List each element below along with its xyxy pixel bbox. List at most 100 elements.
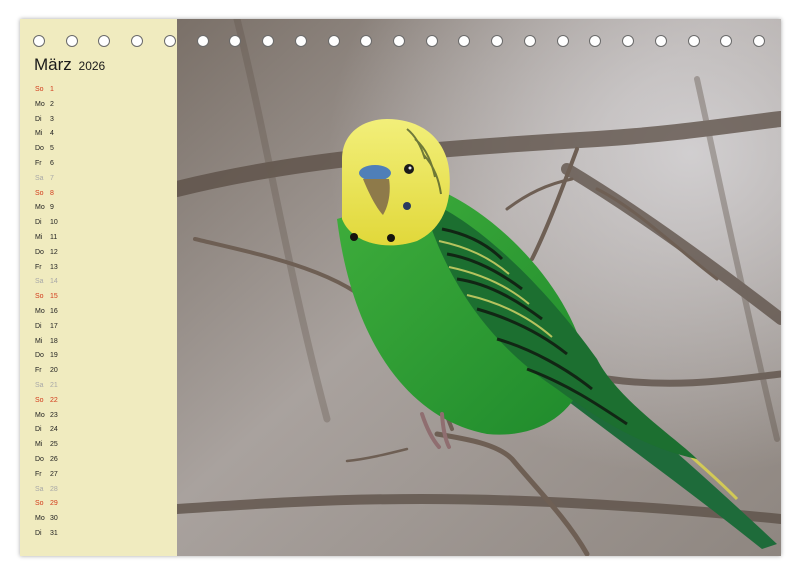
- weekday-label: Fr: [35, 470, 42, 478]
- day-number: 28: [50, 485, 58, 493]
- binding-hole: [393, 35, 405, 47]
- binding-hole: [589, 35, 602, 47]
- binding-hole: [163, 35, 176, 47]
- day-number: 6: [50, 159, 54, 167]
- calendar-day-row: Fr 6: [35, 157, 155, 172]
- day-number: 22: [50, 396, 58, 404]
- binding-hole: [687, 35, 700, 47]
- binding-hole: [622, 35, 635, 47]
- calendar-day-row: Di 31: [35, 527, 155, 542]
- calendar-day-row: Mo 30: [35, 512, 155, 527]
- calendar-day-row: So 22: [35, 394, 155, 409]
- calendar-page: März 2026 So 1 Mo 2 Di 3 Mi 4 Do 5 Fr 6 Sa 7 So 8 Mo 9 Di 1…: [20, 19, 781, 556]
- weekday-label: So: [35, 189, 44, 197]
- day-number: 26: [50, 455, 58, 463]
- calendar-day-row: Mi 25: [35, 438, 155, 453]
- day-number: 3: [50, 115, 54, 123]
- calendar-day-row: So 29: [35, 497, 155, 512]
- calendar-day-row: Mo 16: [35, 305, 155, 320]
- weekday-label: Mi: [35, 337, 43, 345]
- binding-hole: [523, 35, 536, 47]
- binding-hole: [491, 35, 504, 47]
- binding-hole: [458, 35, 471, 47]
- calendar-day-row: So 8: [35, 187, 155, 202]
- binding-hole: [229, 35, 242, 47]
- day-number: 16: [50, 307, 58, 315]
- day-number: 7: [50, 174, 54, 182]
- calendar-day-row: Di 10: [35, 216, 155, 231]
- day-list: So 1 Mo 2 Di 3 Mi 4 Do 5 Fr 6 Sa 7 So 8 Mo 9 Di 10 Mi 11 Do 12 F…: [35, 83, 155, 542]
- calendar-day-row: Do 26: [35, 453, 155, 468]
- calendar-day-row: Mo 2: [35, 98, 155, 113]
- calendar-day-row: Di 3: [35, 113, 155, 128]
- calendar-day-row: Do 19: [35, 349, 155, 364]
- weekday-label: Mo: [35, 100, 45, 108]
- calendar-day-row: Mi 4: [35, 127, 155, 142]
- calendar-day-row: Fr 13: [35, 261, 155, 276]
- weekday-label: So: [35, 86, 44, 93]
- day-number: 1: [50, 86, 54, 93]
- month-title: März 2026: [34, 55, 105, 75]
- day-number: 30: [50, 515, 58, 523]
- weekday-label: Fr: [35, 159, 42, 167]
- calendar-day-row: Do 12: [35, 246, 155, 261]
- day-number: 20: [50, 367, 58, 375]
- weekday-label: Do: [35, 145, 44, 153]
- binding-hole: [556, 35, 569, 47]
- day-number: 21: [50, 381, 58, 389]
- binding-hole: [196, 35, 209, 47]
- binding-hole: [33, 35, 45, 47]
- weekday-label: Fr: [35, 263, 42, 271]
- day-number: 27: [50, 470, 58, 478]
- binding-hole: [131, 35, 144, 47]
- binding-hole: [360, 35, 373, 47]
- weekday-label: Sa: [35, 174, 44, 182]
- weekday-label: Mo: [35, 204, 45, 212]
- binding-hole: [98, 35, 111, 47]
- day-number: 4: [50, 130, 54, 138]
- weekday-label: Di: [35, 322, 42, 330]
- budgie-photo: [177, 19, 781, 556]
- day-number: 9: [50, 204, 54, 212]
- day-number: 19: [50, 352, 58, 360]
- weekday-label: Mi: [35, 233, 43, 241]
- calendar-day-row: Mi 18: [35, 335, 155, 350]
- month-name: März: [34, 55, 72, 74]
- weekday-label: Mo: [35, 411, 45, 419]
- calendar-day-row: Di 24: [35, 423, 155, 438]
- weekday-label: So: [35, 293, 44, 301]
- calendar-day-row: Sa 7: [35, 172, 155, 187]
- weekday-label: Mi: [35, 441, 43, 449]
- weekday-label: Mo: [35, 307, 45, 315]
- day-number: 31: [50, 529, 58, 537]
- weekday-label: Sa: [35, 485, 44, 493]
- binding-hole: [65, 35, 78, 47]
- year-label: 2026: [78, 59, 106, 73]
- day-number: 10: [50, 219, 58, 227]
- weekday-label: Do: [35, 248, 44, 256]
- calendar-day-row: Sa 21: [35, 379, 155, 394]
- day-number: 18: [50, 337, 58, 345]
- calendar-day-row: Mo 9: [35, 201, 155, 216]
- binding-hole: [654, 35, 667, 47]
- weekday-label: So: [35, 500, 44, 508]
- weekday-label: Fr: [35, 367, 42, 375]
- weekday-label: Mo: [35, 515, 45, 523]
- day-number: 25: [50, 441, 58, 449]
- calendar-day-row: Fr 27: [35, 468, 155, 483]
- calendar-day-row: So 1: [35, 83, 155, 98]
- binding-hole: [720, 35, 733, 47]
- weekday-label: Mi: [35, 130, 43, 138]
- day-number: 17: [50, 322, 58, 330]
- binding-hole: [425, 35, 438, 47]
- day-number: 24: [50, 426, 58, 434]
- date-sidebar: März 2026 So 1 Mo 2 Di 3 Mi 4 Do 5 Fr 6 Sa 7 So 8 Mo 9 Di 1…: [20, 19, 177, 556]
- weekday-label: Do: [35, 352, 44, 360]
- weekday-label: Di: [35, 529, 42, 537]
- day-number: 2: [50, 100, 54, 108]
- weekday-label: Sa: [35, 278, 44, 286]
- day-number: 13: [50, 263, 58, 271]
- weekday-label: Sa: [35, 381, 44, 389]
- day-number: 11: [50, 233, 58, 241]
- weekday-label: Di: [35, 426, 42, 434]
